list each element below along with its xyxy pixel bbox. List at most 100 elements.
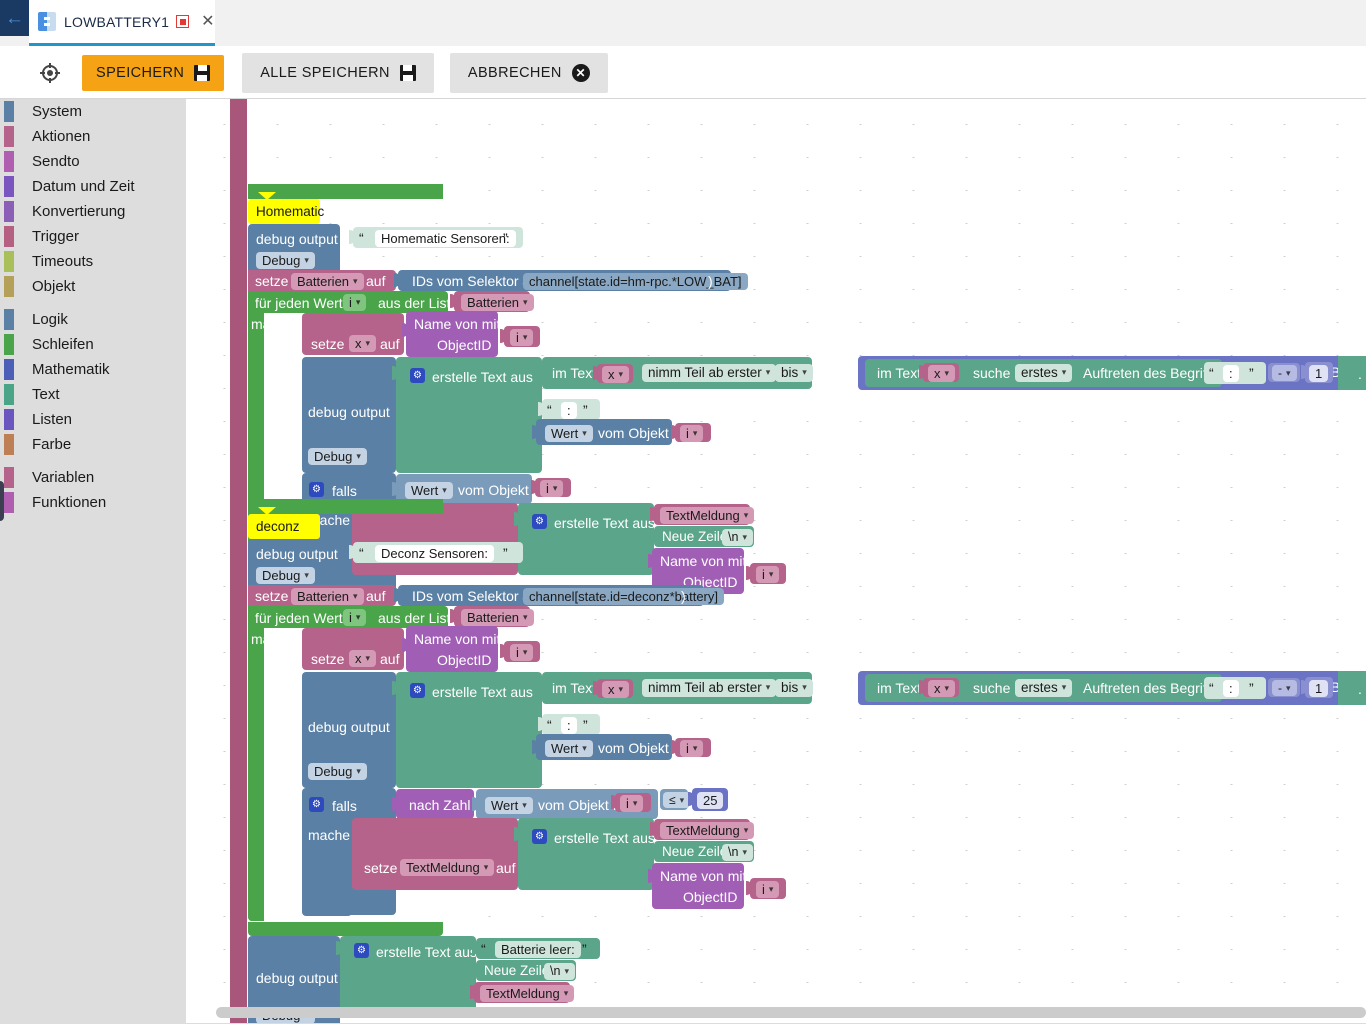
sidebar-item-farbe[interactable]: Farbe bbox=[0, 432, 186, 457]
set-variable-block[interactable]: setze Batterien ▾ auf bbox=[248, 585, 396, 606]
get-state-block[interactable]: Wert ▾ vom Objekt ID bbox=[532, 734, 687, 760]
minus-operator-block[interactable]: - ▾ bbox=[1268, 678, 1300, 697]
sidebar-item-datum-und-zeit[interactable]: Datum und Zeit bbox=[0, 174, 186, 199]
nimm-teil-select[interactable]: nimm Teil ab erster ▾ bbox=[642, 364, 777, 382]
x-select-1[interactable]: x ▾ bbox=[602, 366, 630, 383]
colon-string-field[interactable]: : bbox=[561, 402, 577, 419]
x-select-2[interactable]: x ▾ bbox=[928, 680, 956, 697]
search-string-block[interactable]: “: ” bbox=[1204, 362, 1266, 384]
name-of-object-block-2[interactable]: Name von mit: ObjectID bbox=[648, 863, 750, 909]
save-button[interactable]: SPEICHERN bbox=[82, 55, 225, 91]
gear-icon[interactable]: ⚙ bbox=[532, 829, 547, 844]
footer-string-block[interactable]: “ Batterie leer: ” bbox=[472, 938, 600, 959]
wert-select[interactable]: Wert ▾ bbox=[545, 740, 593, 757]
textmeldung-variable-block[interactable]: TextMeldung ▾ bbox=[650, 819, 755, 840]
debug-output-block[interactable]: debug output Debug ▾ bbox=[248, 224, 340, 270]
sidebar-item-text[interactable]: Text bbox=[0, 382, 186, 407]
wert-select[interactable]: Wert ▾ bbox=[545, 425, 593, 442]
number-block-1[interactable]: 1 bbox=[1301, 677, 1333, 698]
colon-string-block[interactable]: “: ” bbox=[538, 714, 600, 735]
objectid-variable-block-2[interactable]: i ▾ bbox=[746, 878, 786, 899]
number-field[interactable]: 1 bbox=[1309, 680, 1329, 697]
set-variable-block[interactable]: setze Batterien ▾ auf bbox=[248, 270, 396, 291]
name-of-object-block[interactable]: Name von mit: ObjectID bbox=[402, 626, 504, 672]
x-select-1[interactable]: x ▾ bbox=[602, 681, 630, 698]
sidebar-item-konvertierung[interactable]: Konvertierung bbox=[0, 199, 186, 224]
compare-operator-select[interactable]: ≤ ▾ bbox=[663, 792, 691, 808]
string-block-debug-text[interactable]: “ Homematic Sensoren:” bbox=[349, 227, 523, 248]
nimm-teil-select[interactable]: nimm Teil ab erster ▾ bbox=[642, 679, 777, 697]
text-join-block[interactable]: ⚙ erstelle Text aus bbox=[392, 672, 542, 788]
sidebar-item-objekt[interactable]: Objekt bbox=[0, 274, 186, 299]
textmeldung-select[interactable]: TextMeldung ▾ bbox=[660, 507, 755, 524]
if-variable-block[interactable]: i ▾ bbox=[531, 478, 571, 497]
objectid-variable-select[interactable]: i ▾ bbox=[510, 644, 534, 661]
horizontal-scrollbar-thumb[interactable] bbox=[216, 1007, 1366, 1018]
search-string-block[interactable]: “: ” bbox=[1204, 677, 1266, 699]
objectid-variable-select[interactable]: i ▾ bbox=[510, 329, 534, 346]
sidebar-item-funktionen[interactable]: Funktionen bbox=[0, 490, 186, 515]
substring-block[interactable]: im Text nimm Teil ab erster ▾ bis ▾ bbox=[542, 357, 813, 389]
newline-block[interactable]: Neue Zeile \n ▾ bbox=[650, 526, 754, 547]
debug-text-field[interactable]: Deconz Sensoren: bbox=[375, 545, 494, 562]
vertical-scrollbar-thumb[interactable] bbox=[0, 481, 4, 521]
debug-level-select[interactable]: Debug ▾ bbox=[256, 252, 315, 269]
gear-icon[interactable]: ⚙ bbox=[309, 482, 324, 497]
x-select-2[interactable]: x ▾ bbox=[928, 365, 956, 382]
textmeldung-select[interactable]: TextMeldung ▾ bbox=[660, 822, 755, 839]
wert-variable-select[interactable]: i ▾ bbox=[680, 740, 704, 757]
wert-variable-block[interactable]: i ▾ bbox=[671, 423, 711, 442]
foreach-block[interactable]: für jeden Wert i ▾ aus der Liste bbox=[248, 291, 458, 313]
tm-variable-select[interactable]: TextMeldung▾ bbox=[400, 859, 495, 876]
list-variable-select[interactable]: Batterien ▾ bbox=[461, 294, 534, 311]
if-wert-select[interactable]: Wert ▾ bbox=[485, 797, 533, 814]
locate-button[interactable] bbox=[34, 57, 66, 89]
text-join-block-2[interactable]: ⚙ erstelle Text aus bbox=[514, 503, 655, 575]
newline-select[interactable]: \n ▾ bbox=[722, 844, 753, 861]
loop-variable-select[interactable]: i ▾ bbox=[343, 294, 367, 311]
x-variable-select[interactable]: x ▾ bbox=[349, 650, 377, 667]
variable-select[interactable]: Batterien ▾ bbox=[291, 273, 364, 290]
if-wert-select[interactable]: Wert ▾ bbox=[405, 482, 453, 499]
selector-block[interactable]: IDs vom Selektor $(channel[state.id=deco… bbox=[394, 585, 724, 606]
comment-bubble-1[interactable]: deconz bbox=[248, 507, 320, 539]
string-block-debug-text[interactable]: “ Deconz Sensoren: ” bbox=[349, 542, 523, 563]
newline-select[interactable]: \n ▾ bbox=[722, 529, 753, 546]
sidebar-item-sendto[interactable]: Sendto bbox=[0, 149, 186, 174]
x-variable-block-1[interactable]: x ▾ bbox=[593, 679, 633, 698]
wert-variable-select[interactable]: i ▾ bbox=[680, 425, 704, 442]
compare-number-block[interactable]: 25 bbox=[688, 788, 728, 811]
debug-output-block-2[interactable]: debug output Debug ▾ bbox=[302, 672, 396, 788]
objectid-variable-select-2[interactable]: i ▾ bbox=[756, 881, 780, 898]
objectid-variable-block[interactable]: i ▾ bbox=[500, 641, 540, 662]
sidebar-item-system[interactable]: System bbox=[0, 99, 186, 124]
if-variable-select[interactable]: i ▾ bbox=[620, 795, 644, 812]
cast-number-block[interactable]: nach Zahl bbox=[392, 789, 474, 819]
number-field[interactable]: 1 bbox=[1309, 365, 1329, 382]
set-x-block[interactable]: setze x ▾ auf bbox=[302, 313, 404, 355]
footer-newline-select[interactable]: \n ▾ bbox=[544, 963, 575, 980]
horizontal-scrollbar[interactable] bbox=[186, 1007, 1366, 1018]
debug-level-select[interactable]: Debug ▾ bbox=[256, 567, 315, 584]
gear-icon[interactable]: ⚙ bbox=[410, 368, 425, 383]
x-variable-block-2[interactable]: x ▾ bbox=[919, 678, 959, 697]
cancel-button[interactable]: ABBRECHEN ✕ bbox=[449, 53, 608, 93]
newline-block[interactable]: Neue Zeile \n ▾ bbox=[650, 841, 754, 862]
wert-variable-block[interactable]: i ▾ bbox=[671, 738, 711, 757]
objectid-variable-block-2[interactable]: i ▾ bbox=[746, 563, 786, 584]
back-button[interactable]: ← bbox=[0, 0, 29, 36]
objectid-variable-select-2[interactable]: i ▾ bbox=[756, 566, 780, 583]
sidebar-item-aktionen[interactable]: Aktionen bbox=[0, 124, 186, 149]
selector-value-field[interactable]: channel[state.id=deconz*battery] bbox=[523, 588, 724, 605]
gear-icon[interactable]: ⚙ bbox=[532, 514, 547, 529]
compare-operator-block[interactable]: ≤ ▾ bbox=[660, 789, 691, 810]
textmeldung-variable-block[interactable]: TextMeldung ▾ bbox=[650, 504, 755, 525]
suche-which-select[interactable]: erstes ▾ bbox=[1015, 364, 1073, 382]
search-string-field[interactable]: : bbox=[1223, 365, 1239, 382]
close-icon[interactable]: ✕ bbox=[201, 13, 214, 30]
selector-block[interactable]: IDs vom Selektor $(channel[state.id=hm-r… bbox=[394, 270, 748, 291]
gear-icon[interactable]: ⚙ bbox=[354, 943, 369, 958]
sidebar-item-mathematik[interactable]: Mathematik bbox=[0, 357, 186, 382]
x-variable-block-1[interactable]: x ▾ bbox=[593, 364, 633, 383]
debug-output-block[interactable]: debug output Debug ▾ bbox=[248, 539, 340, 585]
